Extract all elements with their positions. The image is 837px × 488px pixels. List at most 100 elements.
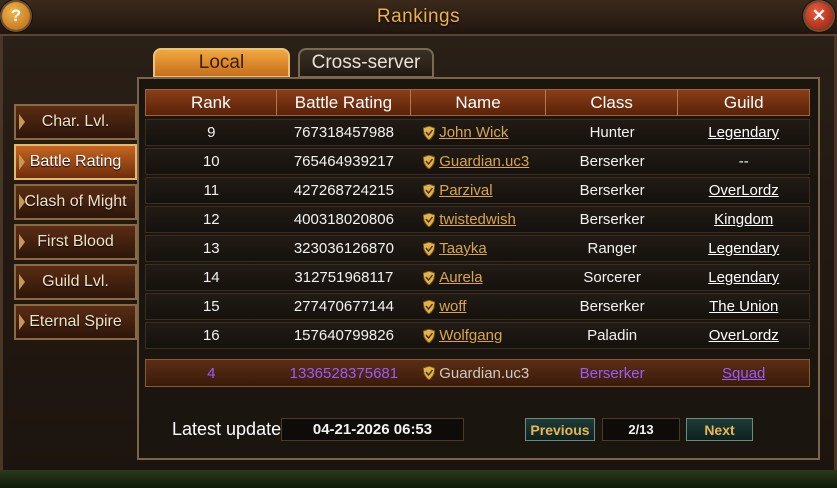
- shield-icon: [423, 212, 436, 227]
- name-cell: Taayka: [411, 236, 546, 261]
- guild-cell: Squad: [678, 360, 809, 386]
- guild-link[interactable]: Squad: [722, 365, 765, 382]
- help-button[interactable]: ?: [2, 2, 30, 30]
- own-rank-row: 4 1336528375681 Guardian.uc3 Berserker S…: [145, 359, 810, 387]
- name-cell: John Wick: [411, 120, 546, 145]
- rank-cell: 15: [202, 298, 220, 315]
- player-name-link[interactable]: twistedwish: [439, 211, 516, 228]
- guild-cell: Legendary: [678, 120, 809, 145]
- header-battle-rating: Battle Rating: [277, 90, 412, 115]
- previous-button[interactable]: Previous: [525, 418, 595, 441]
- class-cell: Berserker: [579, 153, 645, 170]
- latest-update-label: Latest update: [172, 419, 282, 439]
- name-cell: Aurela: [411, 265, 546, 290]
- class-cell: Ranger: [587, 240, 637, 257]
- header-guild: Guild: [723, 92, 764, 112]
- name-cell: Wolfgang: [411, 323, 546, 348]
- name-cell: twistedwish: [411, 207, 546, 232]
- class-cell: Sorcerer: [583, 269, 641, 286]
- rank-cell: 13: [202, 240, 220, 257]
- rank-cell: 16: [202, 327, 220, 344]
- guild-cell: OverLordz: [678, 323, 809, 348]
- table-row: 16 157640799826 Wolfgang Paladin OverLor…: [145, 322, 810, 349]
- guild-link[interactable]: Kingdom: [714, 211, 773, 228]
- header-name: Name: [411, 90, 546, 115]
- player-name: Guardian.uc3: [439, 364, 530, 382]
- name-cell: woff: [411, 294, 546, 319]
- rank-cell: 10: [202, 153, 220, 170]
- tab-local[interactable]: Local: [153, 48, 290, 78]
- table-row: 9 767318457988 John Wick Hunter Legendar…: [145, 119, 810, 146]
- tab-local-label: Local: [198, 52, 245, 73]
- table-row: 15 277470677144 woff Berserker The Union: [145, 293, 810, 320]
- shield-icon: [423, 183, 436, 198]
- battle-rating-cell: 277470677144: [293, 298, 394, 315]
- class-cell: Paladin: [587, 327, 638, 344]
- rank-cell: 12: [202, 211, 220, 228]
- close-icon: ✕: [811, 6, 827, 25]
- class-cell: Berserker: [579, 364, 645, 382]
- guild-link[interactable]: Legendary: [708, 240, 779, 257]
- guild-link[interactable]: OverLordz: [709, 182, 779, 199]
- battle-rating-cell: 1336528375681: [289, 364, 399, 382]
- rank-cell: 11: [203, 182, 220, 199]
- next-button[interactable]: Next: [686, 418, 753, 441]
- rank-cell: 9: [207, 124, 216, 141]
- background-scenery: [0, 470, 837, 488]
- header-rank: Rank: [146, 90, 277, 115]
- table-row: 12 400318020806 twistedwish Berserker Ki…: [145, 206, 810, 233]
- rankings-list: 9 767318457988 John Wick Hunter Legendar…: [145, 119, 810, 351]
- window-title: Rankings: [376, 6, 461, 27]
- player-name-link[interactable]: Guardian.uc3: [439, 153, 529, 170]
- sidebar-item-char-lvl[interactable]: Char. Lvl.: [14, 104, 137, 140]
- sidebar-item-clash-of-might[interactable]: Clash of Might: [14, 184, 137, 220]
- sidebar-item-label: Battle Rating: [29, 153, 122, 170]
- guild-link[interactable]: Legendary: [708, 269, 779, 286]
- player-name-link[interactable]: Wolfgang: [439, 327, 502, 344]
- close-button[interactable]: ✕: [805, 2, 833, 30]
- guild-cell: The Union: [678, 294, 809, 319]
- guild-link[interactable]: The Union: [709, 298, 778, 315]
- player-name-link[interactable]: Parzival: [439, 182, 492, 199]
- player-name-link[interactable]: woff: [439, 298, 466, 315]
- shield-icon: [423, 154, 436, 169]
- header-class: Class: [546, 90, 679, 115]
- sidebar-item-eternal-spire[interactable]: Eternal Spire: [14, 304, 137, 340]
- tab-cross-server[interactable]: Cross-server: [298, 48, 434, 78]
- shield-icon: [423, 328, 436, 343]
- shield-icon: [423, 299, 436, 314]
- table-row: 14 312751968117 Aurela Sorcerer Legendar…: [145, 264, 810, 291]
- player-name-link[interactable]: Taayka: [439, 240, 487, 257]
- player-name-link[interactable]: John Wick: [439, 124, 508, 141]
- guild-cell: Legendary: [678, 265, 809, 290]
- battle-rating-cell: 323036126870: [293, 240, 394, 257]
- class-cell: Berserker: [579, 182, 645, 199]
- name-cell: Guardian.uc3: [411, 360, 546, 386]
- sidebar-item-label: Guild Lvl.: [42, 273, 109, 290]
- name-cell: Guardian.uc3: [411, 149, 546, 174]
- page-indicator: 2/13: [602, 418, 680, 441]
- guild-link[interactable]: OverLordz: [709, 327, 779, 344]
- battle-rating-cell: 427268724215: [293, 182, 394, 199]
- guild-link[interactable]: Legendary: [708, 124, 779, 141]
- sidebar-item-first-blood[interactable]: First Blood: [14, 224, 137, 260]
- shield-icon: [423, 241, 436, 256]
- player-name-link[interactable]: Aurela: [439, 269, 482, 286]
- class-cell: Berserker: [579, 211, 645, 228]
- tab-cross-server-label: Cross-server: [311, 52, 421, 73]
- sidebar-item-guild-lvl[interactable]: Guild Lvl.: [14, 264, 137, 300]
- shield-icon: [423, 270, 436, 285]
- rank-cell: 14: [202, 269, 220, 286]
- guild-cell: OverLordz: [678, 178, 809, 203]
- battle-rating-cell: 157640799826: [293, 327, 394, 344]
- battle-rating-cell: 400318020806: [293, 211, 394, 228]
- sidebar-item-battle-rating[interactable]: Battle Rating: [14, 144, 137, 180]
- rank-cell: 4: [207, 364, 216, 382]
- table-header: Rank Battle Rating Name Class Guild: [145, 89, 810, 116]
- table-row: 11 427268724215 Parzival Berserker OverL…: [145, 177, 810, 204]
- sidebar-item-label: Char. Lvl.: [41, 113, 110, 130]
- name-cell: Parzival: [411, 178, 546, 203]
- sidebar-item-label: Clash of Might: [24, 193, 127, 210]
- sidebar-item-label: Eternal Spire: [29, 313, 122, 330]
- guild-cell: Kingdom: [678, 207, 809, 232]
